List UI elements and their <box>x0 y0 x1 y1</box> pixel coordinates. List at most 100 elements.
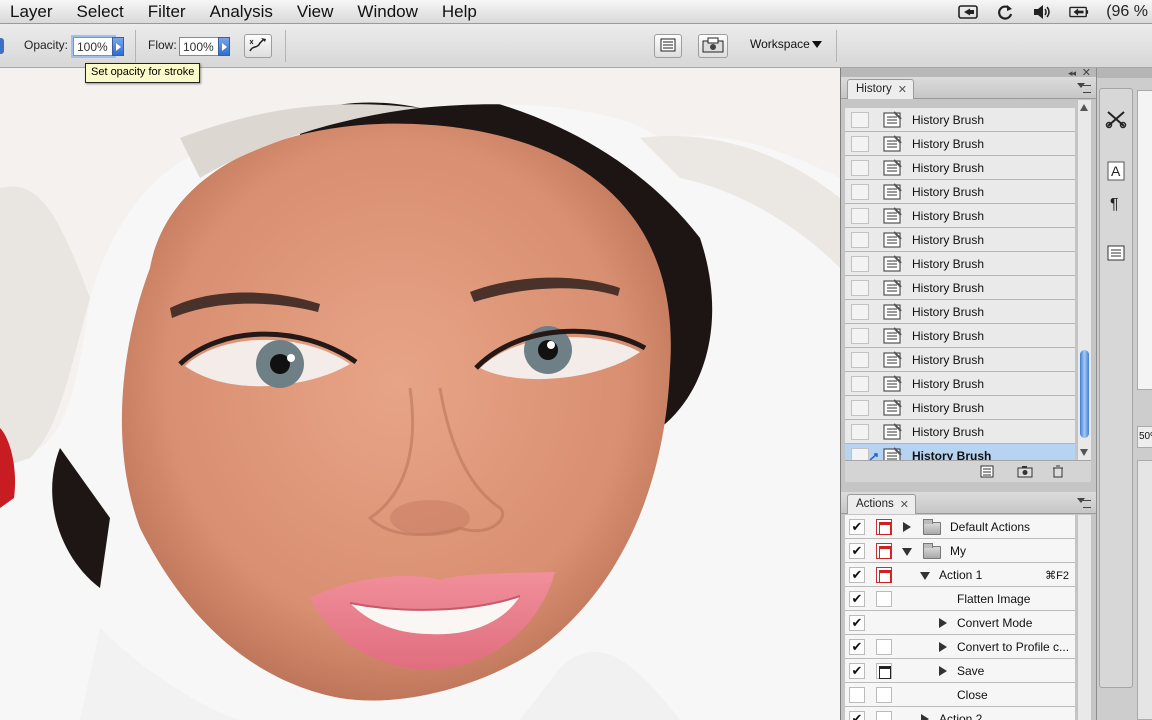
panel-menu-icon[interactable] <box>1077 83 1091 93</box>
history-state-row[interactable]: History Brush <box>845 228 1075 252</box>
character-panel-button[interactable]: A <box>1102 158 1130 186</box>
snapshot-source-box[interactable] <box>851 447 869 460</box>
toggle-dialog-icon[interactable] <box>876 663 892 679</box>
zoom-field[interactable]: 50% <box>1137 426 1152 448</box>
toggle-dialog-icon[interactable] <box>876 567 892 583</box>
snapshot-source-box[interactable] <box>851 111 869 128</box>
history-state-row[interactable]: History Brush <box>845 156 1075 180</box>
opacity-input[interactable]: 100% <box>73 37 114 56</box>
history-state-row[interactable]: History Brush <box>845 204 1075 228</box>
history-state-row[interactable]: History Brush <box>845 348 1075 372</box>
paragraph-panel-button[interactable]: ¶ <box>1102 190 1130 218</box>
new-snapshot-icon[interactable] <box>1017 465 1033 478</box>
toggle-dialog-box[interactable] <box>876 687 892 703</box>
workspace-chevron-down-icon[interactable] <box>812 41 822 48</box>
history-state-row[interactable]: History Brush <box>845 372 1075 396</box>
history-list[interactable]: History Brush History Brush History Brush H… <box>845 108 1075 460</box>
opacity-slider-arrow[interactable] <box>112 37 124 56</box>
snapshot-source-box[interactable] <box>851 279 869 296</box>
snapshot-source-box[interactable] <box>851 327 869 344</box>
history-scrollbar[interactable] <box>1077 100 1091 460</box>
history-state-row[interactable]: History Brush <box>845 276 1075 300</box>
tab-actions[interactable]: Actions ✕ <box>847 494 916 514</box>
toggle-dialog-box[interactable] <box>876 591 892 607</box>
notes-panel-button[interactable] <box>1102 240 1130 268</box>
scroll-down-icon[interactable] <box>1080 449 1088 456</box>
expand-triangle-icon[interactable] <box>939 618 947 628</box>
volume-icon[interactable] <box>1032 4 1052 20</box>
history-state-row[interactable]: History Brush <box>845 108 1075 132</box>
flow-slider-arrow[interactable] <box>218 37 230 56</box>
tab-history[interactable]: History ✕ <box>847 79 914 99</box>
history-state-row[interactable]: History Brush <box>845 420 1075 444</box>
snapshot-source-box[interactable] <box>851 303 869 320</box>
actions-list[interactable]: ✔ Default Actions ✔ My ✔ Action 1 ⌘F2 ✔ Flatten … <box>845 515 1075 720</box>
menu-view[interactable]: View <box>285 0 346 24</box>
snapshot-source-box[interactable] <box>851 255 869 272</box>
snapshot-source-box[interactable] <box>851 399 869 416</box>
flow-input[interactable]: 100% <box>179 37 220 56</box>
history-state-row[interactable]: History Brush <box>845 132 1075 156</box>
menu-filter[interactable]: Filter <box>136 0 198 24</box>
expand-triangle-icon[interactable] <box>939 666 947 676</box>
history-state-row[interactable]: History Brush <box>845 396 1075 420</box>
navigator-panel-edge[interactable] <box>1137 90 1152 390</box>
action-row[interactable]: ✔ Default Actions <box>845 515 1075 539</box>
action-row[interactable]: ✔ Save <box>845 659 1075 683</box>
expand-triangle-icon[interactable] <box>939 642 947 652</box>
action-row[interactable]: ✔ Action 2 <box>845 707 1075 720</box>
snapshot-source-box[interactable] <box>851 207 869 224</box>
tools-preset-button[interactable] <box>1102 106 1130 134</box>
toggle-item-checkbox[interactable]: ✔ <box>849 591 865 607</box>
action-row[interactable]: ✔ My <box>845 539 1075 563</box>
new-document-from-state-icon[interactable] <box>980 465 994 478</box>
scroll-thumb[interactable] <box>1080 350 1089 438</box>
action-row[interactable]: ✔ Convert Mode <box>845 611 1075 635</box>
menu-layer[interactable]: Layer <box>0 0 65 24</box>
snapshot-source-box[interactable] <box>851 183 869 200</box>
layers-panel-edge[interactable] <box>1137 460 1152 720</box>
expand-triangle-icon[interactable] <box>921 714 929 720</box>
workspace-label[interactable]: Workspace <box>750 37 810 51</box>
history-state-row[interactable]: History Brush <box>845 180 1075 204</box>
document-canvas[interactable] <box>0 68 840 720</box>
airbrush-button[interactable] <box>244 34 272 58</box>
toggle-item-checkbox[interactable]: ✔ <box>849 615 865 631</box>
snapshot-source-box[interactable] <box>851 375 869 392</box>
trash-icon[interactable] <box>1052 465 1066 478</box>
scroll-up-icon[interactable] <box>1080 104 1088 111</box>
sync-icon[interactable] <box>995 4 1015 20</box>
menu-help[interactable]: Help <box>430 0 489 24</box>
actions-scrollbar[interactable] <box>1077 515 1091 720</box>
toggle-dialog-box[interactable] <box>876 711 892 720</box>
toggle-item-checkbox[interactable] <box>849 687 865 703</box>
history-state-row[interactable]: History Brush <box>845 252 1075 276</box>
snapshot-source-box[interactable] <box>851 159 869 176</box>
menu-select[interactable]: Select <box>65 0 136 24</box>
bridge-button[interactable] <box>698 34 728 58</box>
toggle-dialog-icon[interactable] <box>876 543 892 559</box>
close-icon[interactable]: ✕ <box>900 498 909 514</box>
expand-triangle-icon[interactable] <box>903 522 911 532</box>
action-row[interactable]: ✔ Flatten Image <box>845 587 1075 611</box>
toggle-dialog-icon[interactable] <box>876 519 892 535</box>
toggle-item-checkbox[interactable]: ✔ <box>849 663 865 679</box>
panel-menu-icon[interactable] <box>1077 498 1091 508</box>
snapshot-source-box[interactable] <box>851 351 869 368</box>
action-row[interactable]: ✔ Action 1 ⌘F2 <box>845 563 1075 587</box>
history-state-row[interactable]: History Brush <box>845 444 1075 460</box>
snapshot-source-box[interactable] <box>851 423 869 440</box>
snapshot-source-box[interactable] <box>851 135 869 152</box>
history-state-row[interactable]: History Brush <box>845 300 1075 324</box>
collapse-triangle-icon[interactable] <box>920 572 930 580</box>
toggle-dialog-box[interactable] <box>876 639 892 655</box>
toggle-item-checkbox[interactable]: ✔ <box>849 711 865 720</box>
toggle-item-checkbox[interactable]: ✔ <box>849 543 865 559</box>
battery-icon[interactable] <box>1069 4 1089 20</box>
toggle-item-checkbox[interactable]: ✔ <box>849 519 865 535</box>
toggle-item-checkbox[interactable]: ✔ <box>849 567 865 583</box>
history-state-row[interactable]: History Brush <box>845 324 1075 348</box>
action-row[interactable]: Close <box>845 683 1075 707</box>
close-icon[interactable]: ✕ <box>898 83 907 99</box>
collapse-triangle-icon[interactable] <box>902 548 912 556</box>
